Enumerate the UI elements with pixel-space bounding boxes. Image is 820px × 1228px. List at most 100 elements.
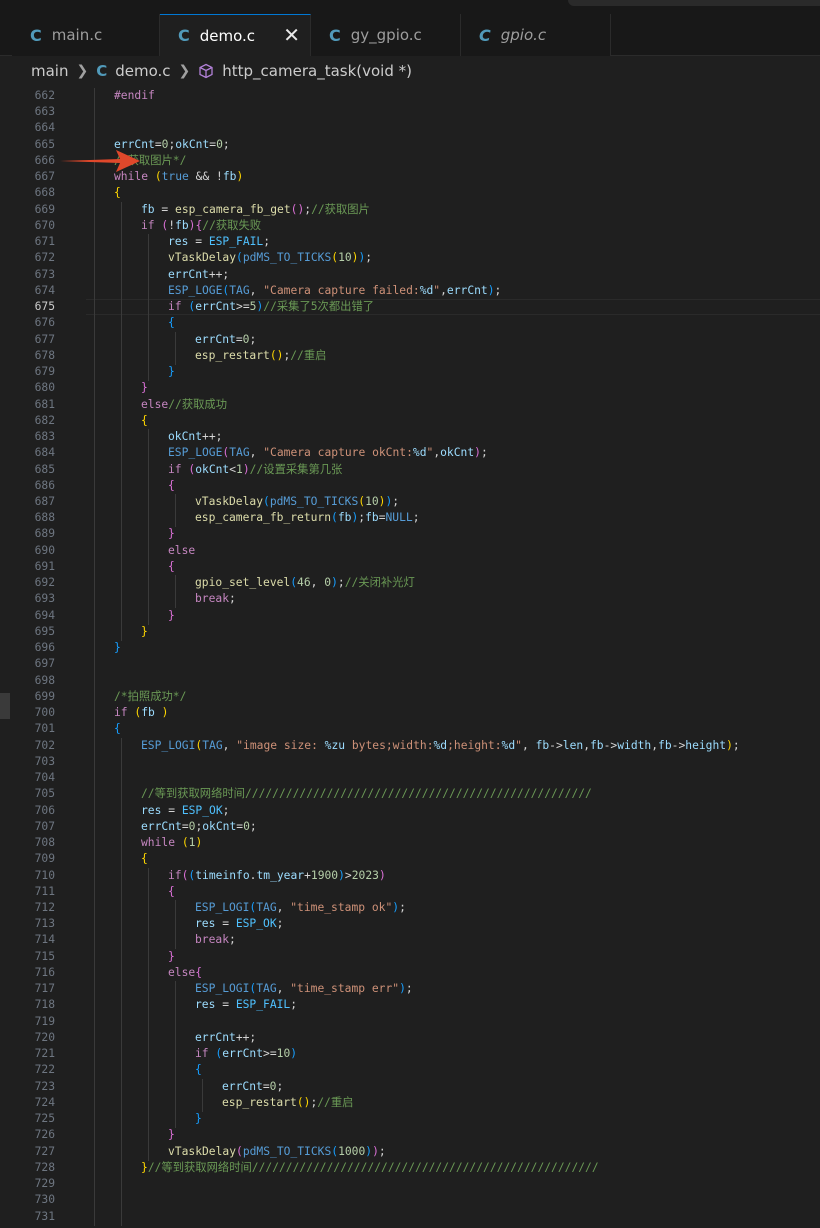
code-token: ;: [337, 576, 345, 590]
code-line[interactable]: 691 {: [0, 558, 820, 576]
code-line[interactable]: 730: [0, 1192, 820, 1210]
breadcrumb-file[interactable]: demo.c: [115, 62, 170, 80]
code-line[interactable]: 664: [0, 120, 820, 138]
code-line[interactable]: 719: [0, 1013, 820, 1031]
code-line[interactable]: 715}: [0, 948, 820, 966]
code-line[interactable]: 671 res = ESP_FAIL;: [0, 234, 820, 252]
code-line[interactable]: 699 /*拍照成功*/: [0, 688, 820, 706]
indent-guide: [94, 104, 95, 122]
code-line[interactable]: 705 //等到获取网络时间///////////////////////////…: [0, 786, 820, 804]
code-line[interactable]: 688 esp_camera_fb_return(fb);fb=NULL;: [0, 510, 820, 528]
code-token: ): [195, 836, 203, 850]
code-line[interactable]: 711 {: [0, 883, 820, 901]
code-line[interactable]: 678 esp_restart();//重启: [0, 347, 820, 365]
code-line[interactable]: 670 if (!fb){//获取失败: [0, 217, 820, 235]
code-line[interactable]: 662 #endif: [0, 88, 820, 105]
code-line[interactable]: 717 ESP_LOGI(TAG, "time_stamp err");: [0, 981, 820, 999]
code-line[interactable]: 714 break;: [0, 932, 820, 950]
code-line[interactable]: 682 {: [0, 412, 820, 430]
tab-main-c[interactable]: C main.c: [12, 14, 160, 56]
code-line[interactable]: 710 if((timeinfo.tm_year+1900)>2023): [0, 867, 820, 885]
code-line[interactable]: 674 ESP_LOGE(TAG, "Camera capture failed:…: [0, 282, 820, 300]
code-line[interactable]: 731: [0, 1208, 820, 1226]
indent-guide: [94, 753, 95, 771]
tab-gpio-c[interactable]: C gpio.c: [461, 14, 611, 56]
code-line[interactable]: 685 if (okCnt<1)//设置采集第几张: [0, 461, 820, 479]
code-line[interactable]: 708 while (1): [0, 835, 820, 853]
code-line[interactable]: 669 fb = esp_camera_fb_get();//获取图片: [0, 201, 820, 219]
code-line[interactable]: 729: [0, 1176, 820, 1194]
code-text: errCnt++;: [195, 1030, 256, 1046]
indent-guide: [175, 1111, 176, 1129]
code-line[interactable]: 689}: [0, 526, 820, 544]
close-tab-icon[interactable]: ✕: [283, 24, 300, 46]
code-token: (: [127, 706, 142, 720]
code-token: }: [168, 608, 175, 622]
code-text: #endif: [114, 88, 155, 104]
code-line[interactable]: 668 {: [0, 185, 820, 203]
code-line[interactable]: 721 if (errCnt>=10): [0, 1046, 820, 1064]
code-line[interactable]: 683 okCnt++;: [0, 429, 820, 447]
code-line[interactable]: 681 else//获取成功: [0, 396, 820, 414]
code-line[interactable]: 687 vTaskDelay(pdMS_TO_TICKS(10));: [0, 494, 820, 511]
code-line[interactable]: 713 res = ESP_OK;: [0, 916, 820, 934]
line-number: 704: [34, 771, 55, 785]
code-line[interactable]: 663: [0, 104, 820, 122]
code-text: ESP_LOGE(TAG, "Camera capture failed:%d"…: [168, 283, 501, 299]
code-line[interactable]: 697: [0, 656, 820, 674]
code-text: errCnt=0;okCnt=0;: [141, 819, 257, 835]
line-number: 715: [34, 949, 55, 963]
code-line[interactable]: 690 else: [0, 542, 820, 560]
code-token: errCnt: [195, 1030, 236, 1044]
code-line[interactable]: 679}: [0, 364, 820, 382]
code-line[interactable]: 695}: [0, 623, 820, 641]
code-line[interactable]: 701 {: [0, 721, 820, 739]
code-line[interactable]: 692 gpio_set_level(46, 0);//关闭补光灯: [0, 575, 820, 593]
code-line[interactable]: 677 errCnt=0;: [0, 331, 820, 349]
code-line[interactable]: 718 res = ESP_FAIL;: [0, 997, 820, 1015]
code-line[interactable]: 693 break;: [0, 591, 820, 609]
code-line[interactable]: 726}: [0, 1127, 820, 1145]
code-line[interactable]: 703: [0, 753, 820, 771]
code-line[interactable]: 716 else{: [0, 964, 820, 982]
code-line[interactable]: 723 errCnt=0;: [0, 1078, 820, 1096]
code-line[interactable]: 724 esp_restart();//重启: [0, 1094, 820, 1112]
code-token: ESP_LOGE: [168, 446, 223, 460]
code-line[interactable]: 694}: [0, 607, 820, 625]
code-line[interactable]: 725}: [0, 1111, 820, 1129]
line-number: 726: [34, 1128, 55, 1142]
code-token: {: [195, 1063, 202, 1077]
code-line[interactable]: 686 {: [0, 477, 820, 495]
breadcrumb-symbol[interactable]: http_camera_task(void *): [222, 62, 412, 80]
code-line[interactable]: 728}//等到获取网络时间//////////////////////////…: [0, 1159, 820, 1177]
code-line[interactable]: 709 {: [0, 851, 820, 869]
breadcrumb-folder[interactable]: main: [31, 62, 68, 80]
code-line[interactable]: 700 if (fb ): [0, 705, 820, 723]
code-line[interactable]: 696}: [0, 640, 820, 658]
code-line[interactable]: 712 ESP_LOGI(TAG, "time_stamp ok");: [0, 900, 820, 917]
code-line[interactable]: 684 ESP_LOGE(TAG, "Camera capture okCnt:%…: [0, 445, 820, 463]
code-token: okCnt: [195, 462, 230, 476]
indent-guide: [121, 201, 122, 219]
code-editor[interactable]: 662 #endif 663 664 665 errCnt=0;okCnt=0; 666/*…: [0, 86, 820, 1228]
code-line[interactable]: 704: [0, 770, 820, 788]
tab-demo-c[interactable]: C demo.c ✕: [160, 14, 311, 56]
code-line[interactable]: 722 {: [0, 1062, 820, 1080]
code-line[interactable]: 673 errCnt++;: [0, 266, 820, 284]
code-line[interactable]: 698: [0, 672, 820, 690]
code-line[interactable]: 676 {: [0, 315, 820, 333]
code-line[interactable]: 702 ESP_LOGI(TAG, "image size: %zu bytes;…: [0, 737, 820, 755]
code-token: =: [215, 998, 236, 1012]
code-line[interactable]: 727 vTaskDelay(pdMS_TO_TICKS(1000));: [0, 1143, 820, 1161]
code-line[interactable]: 675 if (errCnt>=5)//采集了5次都出错了: [0, 299, 820, 317]
code-text: res = ESP_FAIL;: [195, 997, 297, 1013]
code-line[interactable]: 706 res = ESP_OK;: [0, 802, 820, 820]
code-line[interactable]: 680}: [0, 380, 820, 398]
code-token: +: [304, 868, 311, 882]
code-line[interactable]: 720 errCnt++;: [0, 1029, 820, 1047]
code-text: }: [114, 640, 121, 656]
tab-gy-gpio-c[interactable]: C gy_gpio.c: [311, 14, 461, 56]
code-line[interactable]: 707 errCnt=0;okCnt=0;: [0, 818, 820, 836]
code-line[interactable]: 672 vTaskDelay(pdMS_TO_TICKS(10));: [0, 250, 820, 268]
indent-guide: [121, 396, 122, 414]
